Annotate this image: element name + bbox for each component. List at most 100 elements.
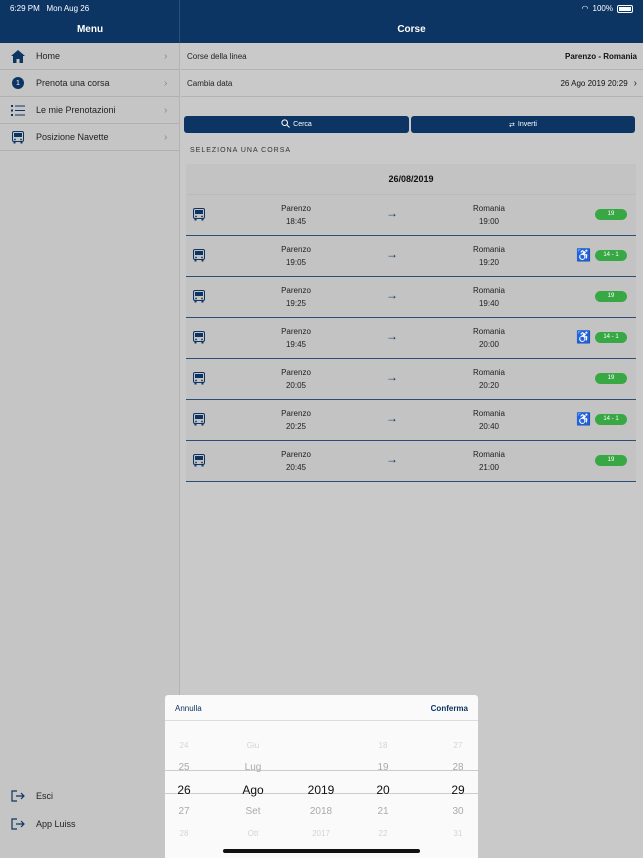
bus-icon xyxy=(193,290,205,306)
bus-icon xyxy=(193,331,205,347)
picker-column[interactable]: 27 28 29 30 31 xyxy=(433,735,483,845)
trip-arrive-time: 20:00 xyxy=(478,340,500,349)
sidebar-item-logout[interactable]: Esci xyxy=(0,784,180,808)
picker-value xyxy=(291,757,351,779)
bus-icon xyxy=(193,249,205,265)
picker-column[interactable]: Giu Lug Ago Set Ott xyxy=(223,735,283,845)
trip-departure: Parenzo 20:45 xyxy=(256,448,336,474)
trip-from-stop: Parenzo xyxy=(281,286,311,295)
trip-arrival: Romania 20:20 xyxy=(449,366,529,392)
trip-depart-time: 20:25 xyxy=(285,422,307,431)
trip-to-stop: Romania xyxy=(472,204,505,213)
seats-badge: 14 - 1 xyxy=(595,332,627,343)
chevron-right-icon: › xyxy=(164,131,168,143)
status-right: ◠ 100% xyxy=(582,4,633,13)
line-label: Corse della linea xyxy=(187,51,247,61)
home-icon xyxy=(0,49,36,63)
sidebar-item-shuttle-position[interactable]: Posizione Navette › xyxy=(0,124,180,151)
trip-to-stop: Romania xyxy=(472,368,505,377)
top-bar: 6:29 PM Mon Aug 26 ◠ 100% Menu Corse xyxy=(0,0,643,43)
trip-from-stop: Parenzo xyxy=(281,450,311,459)
trip-depart-time: 19:25 xyxy=(285,299,307,308)
trip-from-stop: Parenzo xyxy=(281,368,311,377)
sidebar-item-app-luiss[interactable]: App Luiss xyxy=(0,812,180,836)
seats-badge: 19 xyxy=(595,291,627,302)
search-button[interactable]: Cerca xyxy=(184,116,409,133)
external-app-icon xyxy=(0,818,36,830)
arrow-right-icon: → xyxy=(386,370,398,384)
trip-departure: Parenzo 20:25 xyxy=(256,407,336,433)
trip-row[interactable]: Parenzo 20:45 → Romania 21:00 19 xyxy=(186,441,636,482)
picker-value: Set xyxy=(245,806,261,817)
picker-value: 22 xyxy=(378,829,388,838)
trip-arrive-time: 21:00 xyxy=(478,463,500,472)
picker-value: 28 xyxy=(179,829,189,838)
swap-icon: ⇄ xyxy=(509,121,515,129)
status-time: 6:29 PM xyxy=(10,4,40,13)
trip-arrive-time: 19:20 xyxy=(478,258,500,267)
logout-icon xyxy=(0,790,36,802)
picker-value: 25 xyxy=(178,762,190,773)
sidebar-item-label: Posizione Navette xyxy=(36,132,109,142)
trip-depart-time: 19:05 xyxy=(285,258,307,267)
picker-value: 30 xyxy=(452,806,464,817)
chevron-right-icon: › xyxy=(164,104,168,116)
trip-depart-time: 20:45 xyxy=(285,463,307,472)
trip-from-stop: Parenzo xyxy=(281,327,311,336)
numbered-circle-icon: 1 xyxy=(0,77,36,89)
cancel-button[interactable]: Annulla xyxy=(175,704,202,713)
arrow-right-icon: → xyxy=(386,206,398,220)
menu-title: Menu xyxy=(76,24,104,35)
sidebar-item-book-ride[interactable]: 1 Prenota una corsa › xyxy=(0,70,180,97)
picker-value: Ott xyxy=(247,829,259,838)
trip-arrival: Romania 19:20 xyxy=(449,243,529,269)
trip-arrival: Romania 19:00 xyxy=(449,202,529,228)
seats-badge: 14 - 1 xyxy=(595,414,627,425)
picker-value: 2017 xyxy=(312,829,330,838)
trip-row[interactable]: Parenzo 19:45 → Romania 20:00 ♿ 14 - 1 xyxy=(186,318,636,359)
sidebar-item-label: App Luiss xyxy=(36,819,76,829)
seats-badge: 19 xyxy=(595,373,627,384)
trip-row[interactable]: Parenzo 19:25 → Romania 19:40 19 xyxy=(186,277,636,318)
trip-row[interactable]: Parenzo 18:45 → Romania 19:00 19 xyxy=(186,195,636,236)
picker-column[interactable]: 24 25 26 27 28 xyxy=(171,735,197,845)
picker-value: 31 xyxy=(453,829,463,838)
arrow-right-icon: → xyxy=(386,329,398,343)
picker-value: Giu xyxy=(246,741,260,750)
trip-arrival: Romania 20:40 xyxy=(449,407,529,433)
picker-column[interactable]: 2019 2018 2017 xyxy=(291,735,351,845)
bus-icon xyxy=(0,130,36,144)
date-picker-sheet: Annulla Conferma 24 25 26 27 28 Giu Lug Ago Set O… xyxy=(165,695,478,858)
sidebar-item-my-bookings[interactable]: Le mie Prenotazioni › xyxy=(0,97,180,124)
picker-value: 24 xyxy=(179,741,189,750)
date-value: 26 Ago 2019 20:29 xyxy=(560,78,628,88)
trip-row[interactable]: Parenzo 19:05 → Romania 19:20 ♿ 14 - 1 xyxy=(186,236,636,277)
bus-icon xyxy=(193,413,205,429)
sidebar-item-home[interactable]: Home › xyxy=(0,43,180,70)
trip-depart-time: 19:45 xyxy=(285,340,307,349)
confirm-button[interactable]: Conferma xyxy=(431,704,468,713)
trip-arrival: Romania 20:00 xyxy=(449,325,529,351)
bus-icon xyxy=(193,208,205,224)
wheelchair-icon: ♿ xyxy=(576,412,591,426)
picker-selected-value: 2019 xyxy=(307,783,335,797)
wifi-icon: ◠ xyxy=(581,4,589,13)
picker-column[interactable]: 18 19 20 21 22 xyxy=(363,735,403,845)
trip-row[interactable]: Parenzo 20:05 → Romania 20:20 19 xyxy=(186,359,636,400)
home-indicator[interactable] xyxy=(223,849,420,853)
trip-arrival: Romania 21:00 xyxy=(449,448,529,474)
invert-button[interactable]: ⇄ Inverti xyxy=(411,116,635,133)
picker-value xyxy=(291,735,351,757)
date-label: Cambia data xyxy=(187,78,233,88)
trip-date-header: 26/08/2019 xyxy=(186,164,636,195)
sidebar-badge: 1 xyxy=(12,77,24,89)
status-date: Mon Aug 26 xyxy=(46,4,90,13)
chevron-right-icon: › xyxy=(633,77,637,89)
picker-value: 27 xyxy=(178,806,190,817)
trip-row[interactable]: Parenzo 20:25 → Romania 20:40 ♿ 14 - 1 xyxy=(186,400,636,441)
change-date-row[interactable]: Cambia data 26 Ago 2019 20:29 › xyxy=(181,70,643,97)
picker-selected-value: Ago xyxy=(242,783,264,797)
picker-selected-value: 26 xyxy=(177,783,191,797)
trip-list: 26/08/2019 Parenzo 18:45 → Romania 19:00 19 Pa… xyxy=(186,164,636,482)
sidebar-item-label: Prenota una corsa xyxy=(36,78,110,88)
